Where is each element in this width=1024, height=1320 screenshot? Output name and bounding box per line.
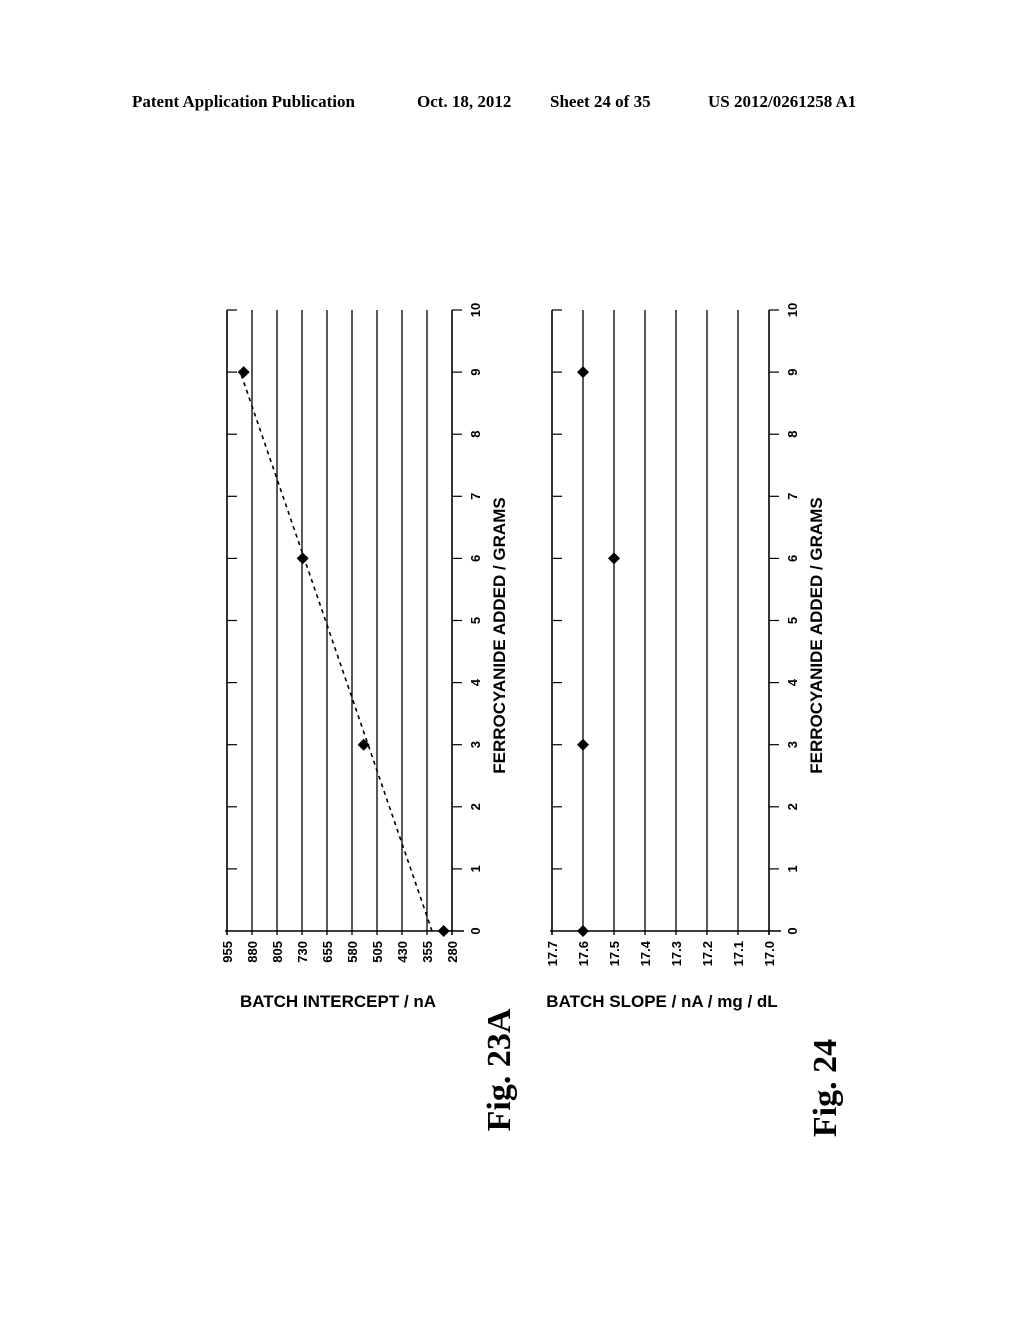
- x-tick-label: 7: [785, 493, 800, 500]
- x-tick-label: 2: [785, 803, 800, 810]
- y-tick-label: 430: [395, 941, 410, 963]
- x-tick-label: 6: [468, 555, 483, 562]
- chart-fig-23a: 955 880 805 730 655 580 505 430 355 280 0 1 2 3 4 5 6 7 8 9…: [220, 303, 518, 1132]
- x-tick-label: 6: [785, 555, 800, 562]
- x-tick-label: 3: [468, 741, 483, 748]
- x-tick-label: 5: [468, 617, 483, 624]
- x-tick-label: 4: [468, 678, 483, 686]
- x-tick-label: 1: [468, 865, 483, 872]
- x-tick-label: 5: [785, 617, 800, 624]
- data-point: [237, 366, 250, 379]
- figure-label: Fig. 24: [807, 1039, 844, 1137]
- y-tick-label: 280: [445, 941, 460, 963]
- x-tick-label: 7: [468, 493, 483, 500]
- x-axis-title: FERROCYANIDE ADDED / GRAMS: [490, 497, 509, 773]
- y-tick-label: 17.1: [731, 941, 746, 966]
- x-tick-label: 1: [785, 865, 800, 872]
- y-tick-label: 655: [320, 941, 335, 963]
- y-axis-title: BATCH SLOPE / nA / mg / dL: [546, 992, 777, 1011]
- data-point: [577, 738, 589, 751]
- x-tick-label: 8: [468, 431, 483, 438]
- y-tick-label: 17.2: [700, 941, 715, 966]
- figure-canvas: 955 880 805 730 655 580 505 430 355 2800123456789…: [220, 303, 844, 1137]
- x-axis-title: FERROCYANIDE ADDED / GRAMS: [807, 497, 826, 773]
- y-tick-label: 805: [270, 941, 285, 963]
- x-tick-label: 8: [785, 431, 800, 438]
- data-point: [437, 925, 450, 937]
- y-tick-label: 580: [345, 941, 360, 963]
- data-point: [577, 366, 589, 379]
- y-tick-label: 17.6: [576, 941, 591, 966]
- x-tick-label: 10: [468, 303, 483, 317]
- chart-fig-24: 17.7 17.6 17.5 17.4 17.3 17.2 17.1 17.0 0 1 2 3 4 5 6 7…: [545, 303, 844, 1137]
- y-tick-label: 17.0: [762, 941, 777, 966]
- figure-label: Fig. 23A: [481, 1008, 518, 1131]
- x-tick-label: 4: [785, 678, 800, 686]
- trendline: [239, 371, 433, 932]
- x-tick-label: 2: [468, 803, 483, 810]
- y-tick-label: 880: [245, 941, 260, 963]
- x-tick-label: 0: [468, 927, 483, 934]
- x-tick-label: 3: [785, 741, 800, 748]
- data-point: [608, 552, 620, 565]
- x-tick-label: 9: [468, 368, 483, 375]
- data-point: [357, 738, 370, 751]
- y-tick-label: 955: [220, 941, 235, 963]
- y-axis-title: BATCH INTERCEPT / nA: [240, 992, 436, 1011]
- y-tick-label: 17.3: [669, 941, 684, 966]
- y-tick-label: 505: [370, 941, 385, 963]
- x-tick-label: 0: [785, 927, 800, 934]
- y-tick-label: 17.4: [638, 940, 653, 966]
- x-tick-label: 9: [785, 368, 800, 375]
- y-tick-label: 355: [420, 941, 435, 963]
- y-tick-label: 17.5: [607, 941, 622, 966]
- data-point: [577, 925, 589, 937]
- y-tick-label: 17.7: [545, 941, 560, 966]
- x-tick-label: 10: [785, 303, 800, 317]
- data-point: [296, 552, 309, 565]
- y-tick-label: 730: [295, 941, 310, 963]
